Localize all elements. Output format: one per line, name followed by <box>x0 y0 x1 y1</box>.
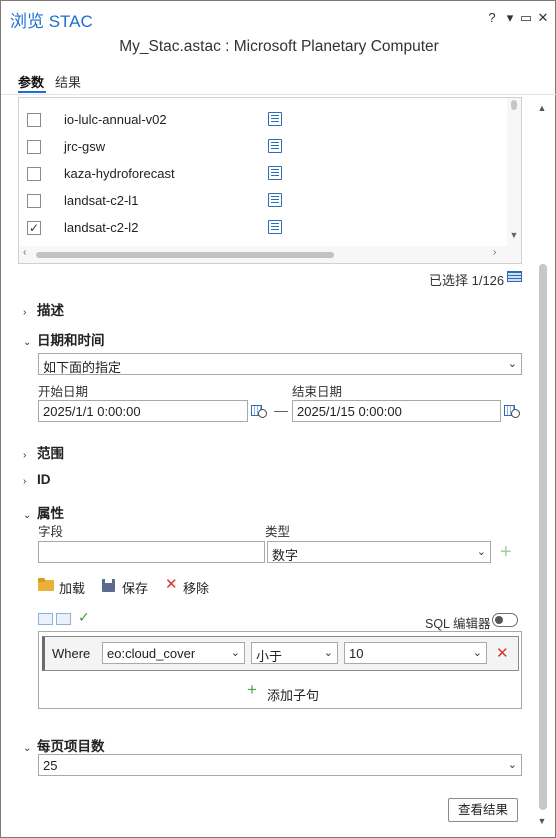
section-datetime[interactable]: ⌄ 日期和时间 <box>23 329 105 349</box>
list-item[interactable]: landsat-c2-l1 <box>19 188 509 215</box>
start-date-calendar-icon[interactable] <box>251 403 267 418</box>
collection-name: landsat-c2-l1 <box>64 193 139 208</box>
list-vertical-scrollbar[interactable] <box>507 98 521 246</box>
stac-browse-pane: 浏览 STAC ? ▾ ▭ ✕ My_Stac.astac : Microsof… <box>0 0 556 838</box>
section-items-per-page[interactable]: ⌄ 每页项目数 <box>23 735 105 755</box>
section-description[interactable]: › 描述 <box>23 299 64 319</box>
active-tab-indicator <box>18 91 46 93</box>
end-date-input[interactable]: 2025/1/15 0:00:00 <box>292 400 501 422</box>
collection-checkbox[interactable] <box>27 194 41 208</box>
clause-value-select[interactable]: 10 ⌄ <box>344 642 487 664</box>
collection-checkbox[interactable]: ✓ <box>27 221 41 235</box>
clause-field-select[interactable]: eo:cloud_cover ⌄ <box>102 642 245 664</box>
pane-scroll-thumb[interactable] <box>539 264 547 810</box>
chevron-down-icon: ⌄ <box>23 510 32 521</box>
collection-details-icon[interactable] <box>268 112 282 126</box>
save-icon <box>102 579 115 592</box>
collection-name: kaza-hydroforecast <box>64 166 175 181</box>
collection-name: jrc-gsw <box>64 139 106 154</box>
scroll-left-icon[interactable]: ‹ <box>23 247 26 258</box>
end-date-label: 结束日期 <box>292 385 343 399</box>
clause-operator-select[interactable]: 小于 ⌄ <box>251 642 338 664</box>
delete-clause-icon[interactable]: ✕ <box>496 644 509 662</box>
items-per-page-select[interactable]: 25 ⌄ <box>38 754 522 776</box>
remove-icon: ✕ <box>165 576 178 593</box>
chevron-down-icon: ⌄ <box>507 358 517 370</box>
chevron-down-icon: ⌄ <box>472 647 482 659</box>
list-item[interactable]: jrc-gsw <box>19 134 509 161</box>
scroll-right-icon[interactable]: › <box>493 247 496 258</box>
chevron-right-icon: › <box>23 307 27 318</box>
start-date-label: 开始日期 <box>38 385 89 399</box>
add-property-icon[interactable]: + <box>500 541 512 563</box>
chevron-down-icon: ⌄ <box>323 647 333 659</box>
tab-divider <box>1 94 556 95</box>
date-range-separator: — <box>274 402 288 418</box>
type-select[interactable]: 数字 ⌄ <box>267 541 491 563</box>
collection-details-icon[interactable] <box>268 166 282 180</box>
pane-title: 浏览 STAC <box>10 12 93 31</box>
type-label: 类型 <box>265 525 291 539</box>
chevron-down-icon: ⌄ <box>23 337 32 348</box>
collection-details-icon[interactable] <box>268 193 282 207</box>
indent-left-icon[interactable] <box>38 613 53 625</box>
scroll-down-icon[interactable]: ▼ <box>537 816 547 826</box>
load-button[interactable]: 加载 <box>59 578 85 597</box>
sql-editor-toggle[interactable] <box>492 613 518 627</box>
start-date-input[interactable]: 2025/1/1 0:00:00 <box>38 400 248 422</box>
save-button[interactable]: 保存 <box>122 578 148 597</box>
view-results-button[interactable]: 查看结果 <box>448 798 518 822</box>
scroll-up-icon[interactable]: ▲ <box>537 103 547 113</box>
list-item[interactable]: io-lulc-annual-v02 <box>19 107 509 134</box>
close-icon[interactable]: ✕ <box>536 10 550 26</box>
chevron-right-icon: › <box>23 476 27 487</box>
horizontal-scroll-thumb[interactable] <box>36 252 334 258</box>
end-date-calendar-icon[interactable] <box>504 403 520 418</box>
remove-button[interactable]: 移除 <box>183 578 209 597</box>
add-clause-icon: + <box>247 680 257 699</box>
options-menu-icon[interactable]: ▾ <box>503 10 517 26</box>
tab-results[interactable]: 结果 <box>55 72 81 91</box>
field-input[interactable] <box>38 541 265 563</box>
datetime-mode-select[interactable]: 如下面的指定 ⌄ <box>38 353 522 375</box>
tab-parameters[interactable]: 参数 <box>18 72 44 91</box>
collection-checkbox[interactable] <box>27 113 41 127</box>
list-item[interactable]: kaza-hydroforecast <box>19 161 509 188</box>
collection-checkbox[interactable] <box>27 167 41 181</box>
chevron-down-icon: ⌄ <box>476 546 486 558</box>
connection-subtitle: My_Stac.astac : Microsoft Planetary Comp… <box>119 38 439 55</box>
collection-details-icon[interactable] <box>268 139 282 153</box>
indent-right-icon[interactable] <box>56 613 71 625</box>
validate-check-icon[interactable]: ✓ <box>78 609 90 626</box>
list-scroll-thumb[interactable] <box>511 100 517 110</box>
table-view-icon[interactable] <box>507 271 522 282</box>
section-extent[interactable]: › 范围 <box>23 442 64 462</box>
selected-count: 已选择 1/126 <box>429 273 505 288</box>
folder-icon <box>38 578 55 592</box>
sql-editor-label: SQL 编辑器 <box>425 617 491 631</box>
collection-checkbox[interactable] <box>27 140 41 154</box>
chevron-down-icon: ⌄ <box>507 759 517 771</box>
where-keyword: Where <box>52 646 91 661</box>
section-id[interactable]: › ID <box>23 472 51 487</box>
collection-name: io-lulc-annual-v02 <box>64 112 167 127</box>
field-label: 字段 <box>38 525 64 539</box>
auto-hide-icon[interactable]: ▭ <box>519 10 533 26</box>
chevron-down-icon: ⌄ <box>230 647 240 659</box>
scroll-down-icon[interactable]: ▼ <box>507 230 521 240</box>
add-clause-button[interactable]: 添加子句 <box>267 685 319 704</box>
collection-name: landsat-c2-l2 <box>64 220 139 235</box>
list-item[interactable]: ✓ landsat-c2-l2 <box>19 215 509 242</box>
help-icon[interactable]: ? <box>485 10 499 25</box>
chevron-down-icon: ⌄ <box>23 743 32 754</box>
collection-details-icon[interactable] <box>268 220 282 234</box>
chevron-right-icon: › <box>23 450 27 461</box>
section-properties[interactable]: ⌄ 属性 <box>23 502 64 522</box>
collections-list: io-lulc-annual-v02 jrc-gsw kaza-hydrofor… <box>18 97 522 264</box>
